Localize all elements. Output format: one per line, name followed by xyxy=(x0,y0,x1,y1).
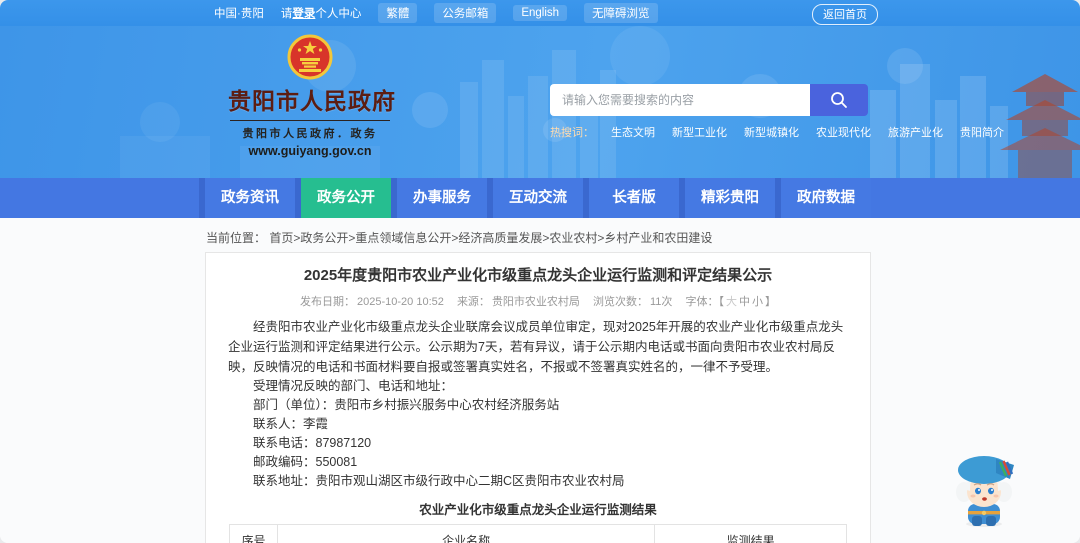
hot-search-row: 热搜词： 生态文明 新型工业化 新型城镇化 农业现代化 旅游产业化 贵阳简介 xyxy=(550,124,1004,140)
nav-item-jingcai-guiyang[interactable]: 精彩贵阳 xyxy=(685,178,775,218)
main-nav-items: 政务资讯 政务公开 办事服务 互动交流 长者版 精彩贵阳 政府数据 xyxy=(199,178,871,218)
breadcrumb: 当前位置： 首页>政务公开>重点领域信息公开>经济高质量发展>农业农村>乡村产业… xyxy=(206,229,712,246)
article-container: 2025年度贵阳市农业产业化市级重点龙头企业运行监测和评定结果公示 发布日期： 2… xyxy=(205,252,871,543)
article-meta: 发布日期： 2025-10-20 10:52 来源： 贵阳市农业农村局 浏览次数： 1… xyxy=(206,293,870,309)
site-header: 贵阳市人民政府 贵阳市人民政府．政务 www.guiyang.gov.cn 热搜… xyxy=(0,26,1080,178)
breadcrumb-path[interactable]: 首页>政务公开>重点领域信息公开>经济高质量发展>农业农村>乡村产业和农田建设 xyxy=(269,231,712,245)
article-title: 2025年度贵阳市农业产业化市级重点龙头企业运行监测和评定结果公示 xyxy=(303,267,773,284)
topbar-english-link[interactable]: English xyxy=(513,5,568,21)
font-size-small-button[interactable]: 小 xyxy=(752,296,763,308)
table-header-row: 序号 企业名称 监测结果 xyxy=(229,524,847,543)
national-emblem-icon xyxy=(287,34,333,80)
nav-item-banshi-fuwu[interactable]: 办事服务 xyxy=(397,178,487,218)
topbar-accessibility-link[interactable]: 无障碍浏览 xyxy=(584,3,658,23)
nav-item-zhengwu-zixun[interactable]: 政务资讯 xyxy=(205,178,295,218)
header-skyline-decoration xyxy=(120,26,1080,178)
search-input[interactable] xyxy=(550,84,810,116)
search-button[interactable] xyxy=(810,84,868,116)
hot-word-industrialization[interactable]: 新型工业化 xyxy=(672,124,727,140)
hot-word-ecology[interactable]: 生态文明 xyxy=(611,124,655,140)
views-label: 浏览次数： xyxy=(593,296,648,308)
mascot-assistant[interactable] xyxy=(948,450,1020,528)
publish-date-value: 2025-10-20 10:52 xyxy=(357,296,444,308)
header-cell-index: 序号 xyxy=(229,524,278,543)
nav-item-hudong-jiaoliu[interactable]: 互动交流 xyxy=(493,178,583,218)
search-icon xyxy=(831,92,847,108)
login-suffix: 个人中心 xyxy=(315,8,362,20)
font-size-label: 字体：【 xyxy=(685,296,724,308)
header-cell-result: 监测结果 xyxy=(654,524,847,543)
top-utility-bar: 中国·贵阳 请登录个人中心 繁體 公务邮箱 English 无障碍浏览 返回首页 xyxy=(0,0,1080,26)
article-line-postcode: 邮政编码：550081 xyxy=(253,455,358,469)
nav-item-zhangzheban[interactable]: 长者版 xyxy=(589,178,679,218)
page-canvas: 中国·贵阳 请登录个人中心 繁體 公务邮箱 English 无障碍浏览 返回首页 xyxy=(0,0,1080,543)
font-size-medium-button[interactable]: 中 xyxy=(739,296,750,308)
nav-item-zhengfu-shuju[interactable]: 政府数据 xyxy=(781,178,871,218)
search-area: 热搜词： 生态文明 新型工业化 新型城镇化 农业现代化 旅游产业化 贵阳简介 xyxy=(550,84,1004,140)
hot-word-tourism[interactable]: 旅游产业化 xyxy=(888,124,943,140)
font-size-bracket-close: 】 xyxy=(764,296,776,308)
header-cell-company: 企业名称 xyxy=(276,524,656,543)
hot-search-label: 热搜词： xyxy=(550,127,594,139)
return-home-button[interactable]: 返回首页 xyxy=(812,4,878,25)
logo-divider xyxy=(230,120,390,121)
source-label: 来源： xyxy=(456,296,490,308)
views-value: 11次 xyxy=(650,296,673,308)
topbar-region-link[interactable]: 中国·贵阳 xyxy=(214,5,264,21)
nav-item-zhengwu-gongkai[interactable]: 政务公开 xyxy=(301,178,391,218)
main-nav-bar: 政务资讯 政务公开 办事服务 互动交流 长者版 精彩贵阳 政府数据 xyxy=(0,178,1080,218)
hot-word-urbanization[interactable]: 新型城镇化 xyxy=(744,124,799,140)
topbar-official-mail-link[interactable]: 公务邮箱 xyxy=(434,3,497,23)
article-line-department: 部门（单位）：贵阳市乡村振兴服务中心农村经济服务站 xyxy=(253,398,560,412)
font-size-large-button[interactable]: 大 xyxy=(726,296,737,308)
topbar-traditional-chinese-link[interactable]: 繁體 xyxy=(378,3,418,23)
article-paragraph-main: 经贵阳市农业产业化市级重点龙头企业联席会议成员单位审定，现对2025年开展的农业… xyxy=(228,320,844,374)
breadcrumb-label: 当前位置： xyxy=(206,231,267,245)
site-name: 贵阳市人民政府 xyxy=(228,88,396,114)
site-subtitle: 贵阳市人民政府．政务 xyxy=(242,128,378,140)
login-prefix: 请 xyxy=(280,8,293,20)
article-body: 经贵阳市农业产业化市级重点龙头企业联席会议成员单位审定，现对2025年开展的农业… xyxy=(206,309,870,491)
publish-date-label: 发布日期： xyxy=(300,296,356,308)
login-bold: 登录 xyxy=(292,8,316,20)
source-value: 贵阳市农业农村局 xyxy=(491,296,580,308)
table-caption: 农业产业化市级重点龙头企业运行监测结果 xyxy=(419,503,657,517)
article-line-phone: 联系电话：87987120 xyxy=(253,436,372,450)
topbar-links: 中国·贵阳 请登录个人中心 繁體 公务邮箱 English 无障碍浏览 xyxy=(214,3,658,23)
site-logo-link[interactable]: 贵阳市人民政府 贵阳市人民政府．政务 www.guiyang.gov.cn xyxy=(228,34,396,158)
topbar-login-link[interactable]: 请登录个人中心 xyxy=(281,5,362,21)
article-line-address: 联系地址：贵阳市观山湖区市级行政中心二期C区贵阳市农业农村局 xyxy=(253,474,625,488)
article-line-contact-person: 联系人：李霞 xyxy=(253,417,329,431)
hot-word-guiyang-intro[interactable]: 贵阳简介 xyxy=(960,124,1004,140)
monitor-result-table: 序号 企业名称 监测结果 1 贵州合力超市采购有限公司 合格 2 贵州友禾种业有… xyxy=(229,524,847,543)
article-line-intro: 受理情况反映的部门、电话和地址： xyxy=(253,379,454,393)
site-url: www.guiyang.gov.cn xyxy=(248,144,372,158)
hot-word-agriculture[interactable]: 农业现代化 xyxy=(816,124,871,140)
